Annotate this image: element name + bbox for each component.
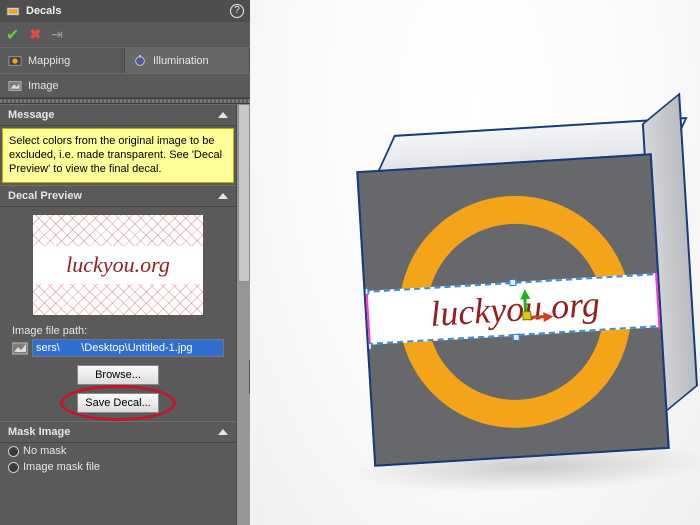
scrollbar-thumb[interactable]	[238, 104, 250, 282]
panel-header: Decals ?	[0, 0, 250, 22]
radio-icon	[8, 462, 19, 473]
chevron-up-icon	[218, 193, 228, 199]
gizmo-y-arrow[interactable]	[520, 289, 531, 300]
tab-mapping-label: Mapping	[28, 55, 70, 67]
tab-illumination-label: Illumination	[153, 55, 209, 67]
vertical-scrollbar[interactable]	[236, 104, 250, 525]
help-icon[interactable]: ?	[230, 4, 244, 18]
chevron-up-icon	[218, 112, 228, 118]
mask-option-file-label: Image mask file	[23, 461, 100, 473]
move-gizmo[interactable]	[510, 289, 536, 330]
save-decal-label: Save Decal...	[85, 397, 150, 409]
mapping-icon	[8, 54, 22, 68]
tab-row: Mapping Illumination	[0, 48, 250, 74]
mask-option-none-label: No mask	[23, 445, 66, 457]
resize-handle[interactable]	[509, 279, 516, 286]
section-mask-header[interactable]: Mask Image	[0, 421, 236, 443]
illumination-icon	[133, 54, 147, 68]
browse-button[interactable]: Browse...	[77, 365, 159, 385]
pin-icon[interactable]: ⇥	[51, 26, 63, 43]
image-subtab-label: Image	[28, 80, 59, 92]
path-row	[8, 339, 228, 357]
image-subtab[interactable]: Image	[0, 74, 250, 98]
chevron-up-icon	[218, 429, 228, 435]
decal-preview-text: luckyou.org	[33, 246, 203, 284]
section-message-title: Message	[8, 109, 54, 121]
cube-face-front: luckyou.org	[356, 153, 670, 467]
section-preview-header[interactable]: Decal Preview	[0, 185, 236, 207]
message-body: Select colors from the original image to…	[2, 128, 234, 183]
section-preview-title: Decal Preview	[8, 190, 82, 202]
path-label: Image file path:	[12, 325, 224, 337]
viewport[interactable]: luckyou.org	[250, 0, 700, 525]
resize-handle[interactable]	[361, 288, 368, 295]
decals-panel: Decals ? ✔ ✖ ⇥ Mapping Illumination Ima	[0, 0, 250, 525]
scroll-content: Message Select colors from the original …	[0, 104, 236, 525]
resize-handle[interactable]	[512, 334, 519, 341]
action-row: ✔ ✖ ⇥	[0, 22, 250, 48]
gizmo-origin[interactable]	[522, 311, 532, 321]
image-path-input[interactable]	[32, 339, 224, 357]
decal-preview-image: luckyou.org	[33, 215, 203, 315]
section-message-header[interactable]: Message	[0, 104, 236, 126]
preview-area: luckyou.org Image file path: Browse... S…	[0, 207, 236, 421]
tab-illumination[interactable]: Illumination	[125, 48, 250, 73]
radio-icon	[8, 446, 19, 457]
cancel-icon[interactable]: ✖	[29, 26, 41, 43]
save-decal-button[interactable]: Save Decal...	[77, 393, 159, 413]
panel-title: Decals	[26, 5, 224, 17]
ok-icon[interactable]: ✔	[6, 25, 19, 45]
decal-icon	[6, 4, 20, 18]
image-file-icon	[12, 341, 28, 355]
tab-mapping[interactable]: Mapping	[0, 48, 125, 73]
image-icon	[8, 79, 22, 93]
cube[interactable]: luckyou.org	[356, 153, 670, 467]
section-mask-title: Mask Image	[8, 426, 70, 438]
mask-option-file[interactable]: Image mask file	[0, 459, 236, 475]
resize-handle[interactable]	[365, 343, 372, 350]
gizmo-x-arrow[interactable]	[543, 312, 554, 323]
mask-option-none[interactable]: No mask	[0, 443, 236, 459]
scroll-area: Message Select colors from the original …	[0, 104, 250, 525]
